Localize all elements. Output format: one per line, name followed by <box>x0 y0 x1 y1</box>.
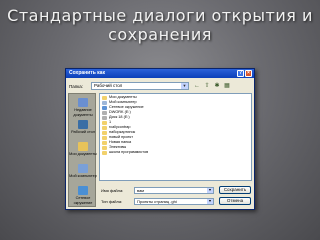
save-button[interactable]: Сохранить <box>219 186 251 194</box>
new-folder-icon[interactable]: ✱ <box>213 82 221 90</box>
place-desktop[interactable]: Рабочий стол <box>69 120 97 135</box>
close-button[interactable]: × <box>245 70 252 77</box>
slide-title: Стандартные диалоги открытия и сохранени… <box>0 6 320 44</box>
list-item[interactable]: школа программистов <box>102 150 148 155</box>
chevron-down-icon: ▼ <box>207 199 213 204</box>
view-menu-icon[interactable]: ▦ <box>223 82 231 90</box>
dialog-titlebar[interactable]: Сохранить как ? × <box>66 69 254 78</box>
filetype-value: Проекты страниц .ghi <box>137 199 177 204</box>
filetype-label: Тип файла: <box>101 199 123 204</box>
my-documents-icon <box>78 142 88 151</box>
filetype-select[interactable]: Проекты страниц .ghi ▼ <box>134 198 214 205</box>
slide-title-line2: сохранения <box>108 25 212 44</box>
file-name: школа программистов <box>109 150 149 154</box>
filename-input[interactable]: вам ▼ <box>134 187 214 194</box>
place-network[interactable]: Сетевое окружение <box>69 186 97 205</box>
computer-icon <box>102 100 107 105</box>
lookin-label: Папка: <box>69 84 83 89</box>
back-icon[interactable]: ← <box>193 82 201 90</box>
filename-label: Имя файла: <box>101 188 124 193</box>
chevron-down-icon: ▼ <box>181 83 188 89</box>
file-name: Диск 18 (E:) <box>109 115 130 119</box>
folder-icon <box>102 145 107 150</box>
dialog-title: Сохранить как <box>69 70 105 76</box>
lookin-select[interactable]: Рабочий стол ▼ <box>91 82 189 90</box>
my-computer-icon <box>78 164 88 173</box>
nav-toolbar: ← ⇧ ✱ ▦ <box>193 82 231 90</box>
drive-icon <box>102 115 107 120</box>
save-as-dialog: Сохранить как ? × Папка: Рабочий стол ▼ … <box>65 68 255 210</box>
slide-title-line1: Стандартные диалоги открытия и <box>7 6 313 25</box>
filename-value: вам <box>137 188 145 193</box>
lookin-row: Папка: Рабочий стол ▼ ← ⇧ ✱ ▦ <box>69 82 253 91</box>
file-list: Мои документы Мой компьютер Сетевое окру… <box>99 93 252 181</box>
folder-icon <box>102 150 107 155</box>
filetype-row: Тип файла: Проекты страниц .ghi ▼ Отмена <box>101 197 253 206</box>
cancel-button[interactable]: Отмена <box>219 197 251 205</box>
folder-icon <box>102 95 107 100</box>
place-label: Мой компьютер <box>69 174 97 178</box>
folder-icon <box>102 140 107 145</box>
place-label: Рабочий стол <box>71 130 95 134</box>
place-label: Сетевое окружение <box>73 196 93 205</box>
folder-icon <box>102 125 107 130</box>
place-my-documents[interactable]: Мои документы <box>69 142 97 157</box>
places-bar: Недавние документы Рабочий стол Мои доку… <box>68 93 97 207</box>
chevron-down-icon: ▼ <box>207 188 213 193</box>
filename-row: Имя файла: вам ▼ Сохранить <box>101 186 253 195</box>
place-recent[interactable]: Недавние документы <box>69 98 97 117</box>
network-icon <box>102 105 107 110</box>
lookin-value: Рабочий стол <box>94 83 123 88</box>
folder-icon <box>102 120 107 125</box>
place-label: Мои документы <box>69 152 97 156</box>
place-label: Недавние документы <box>73 108 93 117</box>
recent-documents-icon <box>78 98 88 107</box>
place-my-computer[interactable]: Мой компьютер <box>69 164 97 179</box>
desktop-icon <box>78 120 88 129</box>
drive-icon <box>102 110 107 115</box>
network-icon <box>78 186 88 195</box>
folder-icon <box>102 130 107 135</box>
up-folder-icon[interactable]: ⇧ <box>203 82 211 90</box>
folder-icon <box>102 135 107 140</box>
help-button[interactable]: ? <box>237 70 244 77</box>
